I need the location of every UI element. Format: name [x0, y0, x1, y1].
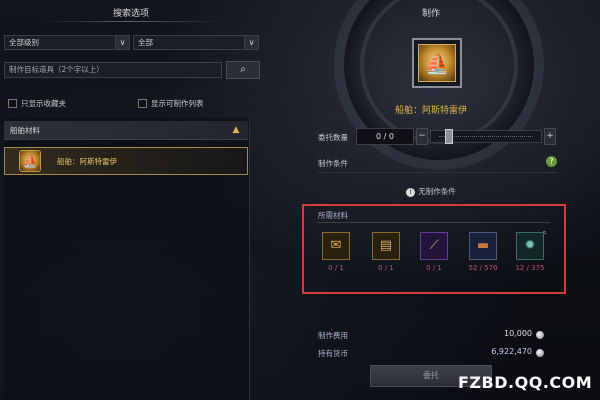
- owned-currency-value: 6,922,470: [491, 347, 532, 356]
- craftable-checkbox-label: 显示可制作列表: [151, 98, 204, 108]
- list-item-label: 船舶：阿斯特雷伊: [57, 156, 117, 166]
- quantity-max-button[interactable]: +: [544, 128, 556, 145]
- material-slot-4[interactable]: ▬: [469, 232, 497, 260]
- help-icon[interactable]: ?: [546, 156, 557, 167]
- quantity-input[interactable]: 0 / 0: [356, 128, 414, 145]
- gear-material-icon: ✹: [524, 238, 536, 253]
- chevron-down-icon: ∨: [115, 36, 129, 49]
- list-item-selected[interactable]: ⛵ 船舶：阿斯特雷伊: [4, 147, 248, 175]
- material-slot-2[interactable]: ▤: [372, 232, 400, 260]
- favorites-checkbox-label: 只显示收藏夹: [21, 98, 66, 108]
- quantity-min-button[interactable]: −: [416, 128, 428, 145]
- favorites-checkbox-row[interactable]: 只显示收藏夹: [8, 97, 66, 109]
- chevron-down-icon: ∨: [244, 36, 258, 49]
- product-name: 船舶：阿斯特雷伊: [394, 106, 467, 116]
- materials-divider: [316, 222, 550, 223]
- craftable-checkbox[interactable]: [138, 98, 147, 108]
- ship-icon: ⛵: [19, 150, 41, 172]
- product-icon-frame: ⛵: [412, 38, 462, 88]
- search-icon: ⌕: [240, 64, 246, 75]
- no-condition-text: i 无制作条件: [262, 186, 600, 197]
- search-input[interactable]: 制作目标道具（2个字以上）: [4, 62, 222, 78]
- ship-icon: ⛵: [418, 44, 456, 82]
- category-select[interactable]: 全部 ∨: [133, 35, 259, 50]
- slider-handle[interactable]: [445, 129, 453, 144]
- search-button[interactable]: ⌕: [226, 61, 260, 79]
- craftable-checkbox-row[interactable]: 显示可制作列表: [138, 97, 204, 109]
- owned-currency-label: 持有货币: [318, 349, 348, 358]
- favorites-checkbox[interactable]: [8, 98, 17, 108]
- info-icon: i: [406, 187, 416, 197]
- title-divider: [40, 21, 222, 22]
- chevron-up-icon[interactable]: ▲: [230, 124, 242, 136]
- material-slot-1[interactable]: ✉: [322, 232, 350, 260]
- condition-divider: [318, 172, 558, 173]
- silver-coin-icon: [536, 349, 544, 357]
- parchment-icon: ▤: [379, 238, 393, 253]
- watermark: FZBD.QQ.COM: [458, 373, 593, 392]
- grade-select[interactable]: 全部级别 ∨: [4, 35, 130, 50]
- timber-icon: ▬: [476, 238, 490, 253]
- search-options-title: 搜索选项: [112, 9, 149, 19]
- grade-select-value: 全部级别: [9, 38, 39, 47]
- category-header-label: 船舶材料: [10, 126, 40, 135]
- slider-ticks: [439, 136, 533, 138]
- craft-cost-label: 制作费用: [318, 331, 348, 340]
- search-options-panel: 搜索选项 全部级别 ∨ 全部 ∨ 制作目标道具（2个字以上） ⌕ 只显示收藏夹 …: [0, 0, 262, 400]
- material-slot-5[interactable]: ✹: [516, 232, 544, 260]
- condition-label: 制作条件: [318, 159, 348, 168]
- craft-cost-value: 10,000: [504, 329, 532, 338]
- scroll-icon: ✉: [330, 238, 342, 253]
- quantity-slider[interactable]: [430, 129, 542, 144]
- craft-title: 制作: [421, 9, 440, 19]
- category-select-value: 全部: [138, 38, 153, 47]
- silver-coin-icon: [536, 331, 544, 339]
- materials-title: 所需材料: [318, 211, 348, 220]
- material-slot-3[interactable]: ⟋: [420, 232, 448, 260]
- material-count-5: 12 / 375: [515, 264, 545, 272]
- category-header-ship-materials[interactable]: 船舶材料 ▲: [4, 121, 248, 140]
- no-condition-label: 无制作条件: [418, 187, 456, 196]
- blueprint-icon: ⟋: [429, 238, 439, 253]
- quantity-label: 委托数量: [318, 133, 348, 142]
